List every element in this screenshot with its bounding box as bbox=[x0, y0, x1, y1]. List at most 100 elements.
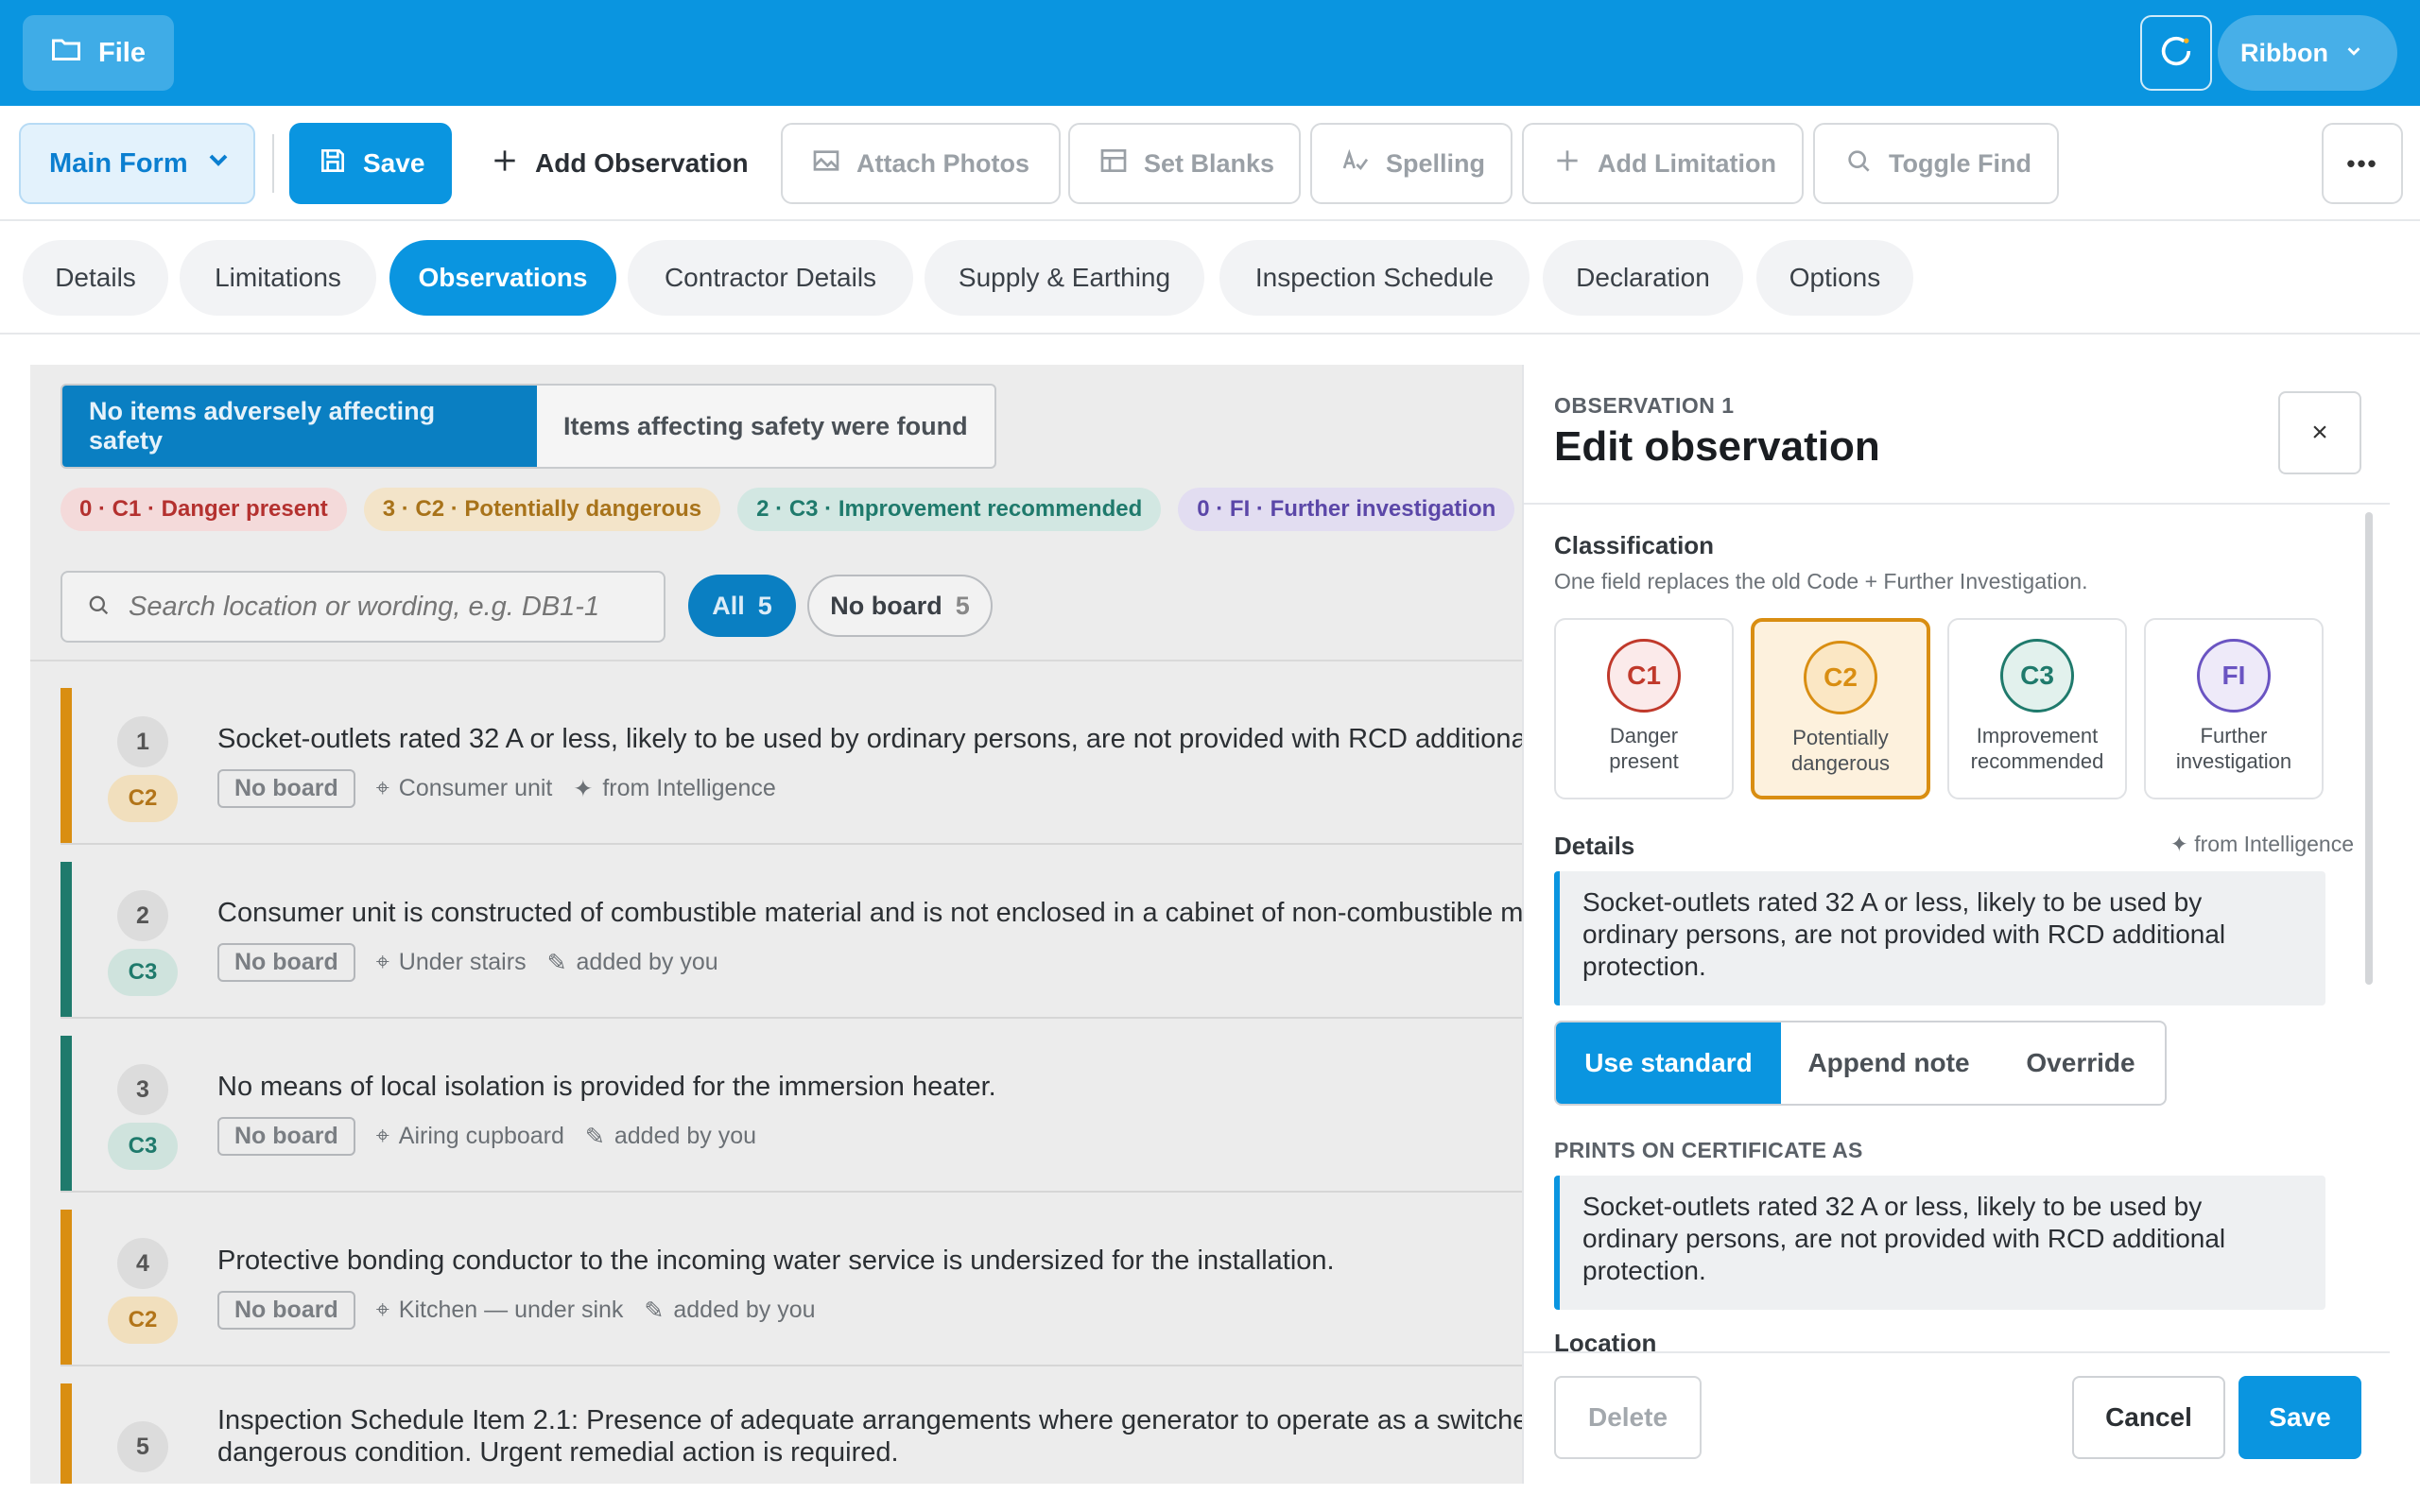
observation-text-line: Inspection Schedule Item 2.1: Presence o… bbox=[217, 1405, 1522, 1435]
pin-icon: ⌖ bbox=[375, 1123, 389, 1149]
prints-text: Socket-outlets rated 32 A or less, likel… bbox=[1554, 1176, 2325, 1310]
toggle-find-label: Toggle Find bbox=[1889, 148, 2031, 178]
filter-no-board-label: No board bbox=[830, 591, 942, 620]
chevron-down-icon bbox=[203, 145, 233, 182]
pencil-icon: ✎ bbox=[546, 949, 567, 976]
row-meta: No board ⌖ Under stairs ✎ added by you bbox=[217, 943, 718, 982]
details-text[interactable]: Socket-outlets rated 32 A or less, likel… bbox=[1554, 871, 2325, 1005]
delete-button[interactable]: Delete bbox=[1554, 1376, 1702, 1459]
location-text: Airing cupboard bbox=[398, 1123, 564, 1149]
class-label-line: Danger bbox=[1609, 724, 1679, 747]
fi-badge: FI bbox=[2197, 639, 2271, 713]
board-badge: No board bbox=[217, 769, 355, 808]
pin-icon: ⌖ bbox=[375, 1297, 389, 1323]
spelling-button[interactable]: Spelling bbox=[1310, 123, 1512, 204]
list-divider bbox=[30, 660, 1522, 662]
tab-bar: Details Limitations Observations Contrac… bbox=[0, 223, 2420, 335]
observations-list-area: No items adversely affecting safety Item… bbox=[30, 365, 1522, 1484]
search-icon bbox=[1843, 146, 1874, 182]
tab-details[interactable]: Details bbox=[23, 240, 168, 316]
c3-badge: C3 bbox=[2000, 639, 2074, 713]
set-blanks-label: Set Blanks bbox=[1144, 148, 1275, 178]
class-label: Improvement recommended bbox=[1971, 724, 2104, 775]
main-form-dropdown[interactable]: Main Form bbox=[19, 123, 255, 204]
source-text: from Intelligence bbox=[602, 775, 776, 801]
filter-all[interactable]: All 5 bbox=[688, 575, 796, 637]
file-button[interactable]: File bbox=[23, 15, 174, 91]
tab-inspection-schedule[interactable]: Inspection Schedule bbox=[1219, 240, 1530, 316]
title-bar: File Ribbon bbox=[0, 0, 2420, 106]
image-icon bbox=[811, 146, 841, 182]
tab-contractor-details[interactable]: Contractor Details bbox=[628, 240, 913, 316]
toolbar-divider bbox=[272, 134, 274, 193]
spellcheck-icon bbox=[1340, 146, 1371, 182]
cancel-button[interactable]: Cancel bbox=[2072, 1376, 2225, 1459]
set-blanks-button[interactable]: Set Blanks bbox=[1068, 123, 1301, 204]
use-standard-option[interactable]: Use standard bbox=[1556, 1022, 1781, 1104]
close-icon: × bbox=[2311, 417, 2328, 448]
observation-text: No means of local isolation is provided … bbox=[217, 1072, 996, 1102]
close-button[interactable]: × bbox=[2278, 391, 2361, 474]
observation-row[interactable]: 4 C2 Protective bonding conductor to the… bbox=[60, 1210, 1522, 1366]
tab-limitations[interactable]: Limitations bbox=[180, 240, 376, 316]
severity-bar bbox=[60, 1036, 72, 1191]
tab-observations[interactable]: Observations bbox=[389, 240, 616, 316]
class-option-fi[interactable]: FI Further investigation bbox=[2144, 618, 2324, 799]
row-number: 4 bbox=[117, 1238, 168, 1289]
table-icon bbox=[1098, 146, 1129, 182]
details-source: ✦ from Intelligence bbox=[2169, 832, 2354, 856]
append-note-option[interactable]: Append note bbox=[1781, 1022, 1996, 1104]
tab-declaration[interactable]: Declaration bbox=[1543, 240, 1743, 316]
observation-row[interactable]: 5 Inspection Schedule Item 2.1: Presence… bbox=[60, 1383, 1522, 1484]
sparkle-icon: ✦ bbox=[573, 775, 594, 802]
folder-icon bbox=[49, 32, 83, 74]
wording-mode-toggle[interactable]: Use standard Append note Override bbox=[1554, 1021, 2167, 1106]
panel-scrollbar[interactable] bbox=[2365, 512, 2373, 985]
observation-row[interactable]: 3 C3 No means of local isolation is prov… bbox=[60, 1036, 1522, 1193]
class-option-c2[interactable]: C2 Potentially dangerous bbox=[1751, 618, 1930, 799]
observation-row[interactable]: 1 C2 Socket-outlets rated 32 A or less, … bbox=[60, 688, 1522, 845]
attach-photos-button[interactable]: Attach Photos bbox=[781, 123, 1061, 204]
location-meta: ⌖ Consumer unit bbox=[376, 775, 553, 802]
save-button[interactable]: Save bbox=[289, 123, 452, 204]
severity-bar bbox=[60, 1383, 72, 1484]
board-badge: No board bbox=[217, 1117, 355, 1156]
class-label: Potentially dangerous bbox=[1791, 726, 1890, 777]
add-limitation-button[interactable]: Add Limitation bbox=[1522, 123, 1804, 204]
add-observation-button[interactable]: Add Observation bbox=[471, 123, 768, 204]
safety-toggle[interactable]: No items adversely affecting safety Item… bbox=[60, 384, 996, 469]
items-found-option[interactable]: Items affecting safety were found bbox=[537, 386, 994, 467]
observation-row[interactable]: 2 C3 Consumer unit is constructed of com… bbox=[60, 862, 1522, 1019]
c3-count-chip: 2 · C3 · Improvement recommended bbox=[737, 488, 1162, 531]
class-option-c3[interactable]: C3 Improvement recommended bbox=[1947, 618, 2127, 799]
save-icon bbox=[318, 146, 348, 182]
search-field[interactable] bbox=[60, 571, 666, 643]
c2-badge: C2 bbox=[1804, 641, 1877, 714]
class-label-line: recommended bbox=[1970, 748, 2104, 773]
plus-icon bbox=[490, 146, 520, 182]
refresh-button[interactable] bbox=[2140, 15, 2212, 91]
no-items-option[interactable]: No items adversely affecting safety bbox=[62, 386, 537, 467]
row-meta: No board ⌖ Consumer unit ✦ from Intelligen… bbox=[217, 769, 776, 808]
tab-supply-earthing[interactable]: Supply & Earthing bbox=[925, 240, 1204, 316]
location-text: Consumer unit bbox=[398, 775, 553, 801]
search-icon bbox=[85, 592, 112, 623]
panel-save-button[interactable]: Save bbox=[2238, 1376, 2361, 1459]
source-meta: ✎ added by you bbox=[644, 1297, 815, 1325]
class-option-c1[interactable]: C1 Danger present bbox=[1554, 618, 1734, 799]
class-label: Further investigation bbox=[2176, 724, 2291, 775]
search-input[interactable] bbox=[129, 591, 639, 623]
filter-no-board[interactable]: No board 5 bbox=[807, 575, 993, 637]
add-observation-label: Add Observation bbox=[535, 148, 749, 178]
class-label: Danger present bbox=[1609, 724, 1678, 775]
override-option[interactable]: Override bbox=[1996, 1022, 2165, 1104]
observation-text: Socket-outlets rated 32 A or less, likel… bbox=[217, 724, 1522, 754]
tab-options[interactable]: Options bbox=[1756, 240, 1913, 316]
filter-all-label: All bbox=[712, 591, 745, 620]
code-badge: C3 bbox=[108, 1123, 178, 1170]
toggle-find-button[interactable]: Toggle Find bbox=[1813, 123, 2059, 204]
ribbon-dropdown[interactable]: Ribbon bbox=[2218, 15, 2397, 91]
more-options-button[interactable]: ••• bbox=[2322, 123, 2403, 204]
more-icon: ••• bbox=[2346, 148, 2378, 178]
source-meta: ✦ from Intelligence bbox=[573, 775, 775, 803]
